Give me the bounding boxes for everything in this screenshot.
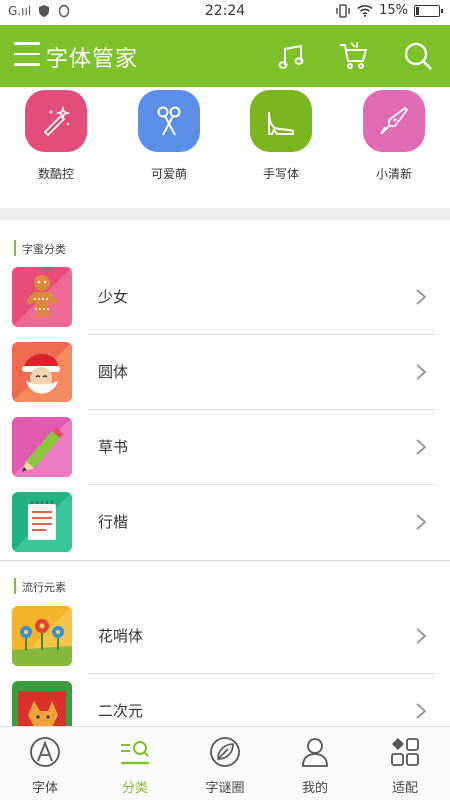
list-item[interactable]: 花哨体 (0, 599, 450, 674)
chevron-right-icon (416, 364, 427, 380)
battery-icon (414, 4, 443, 17)
nav-item-category[interactable]: 分类 (90, 735, 180, 796)
chevron-right-icon (416, 289, 427, 305)
chevron-right-icon (416, 439, 427, 455)
nav-label: 分类 (121, 781, 148, 796)
section-accent-bar (14, 578, 16, 594)
featured-label: 小清新 (375, 167, 412, 181)
category-icon (121, 741, 149, 765)
nav-label: 适配 (391, 781, 418, 796)
magic-wand-icon (43, 105, 71, 137)
featured-badge (363, 90, 425, 152)
list-item-label: 行楷 (98, 513, 129, 531)
list-item-label: 二次元 (98, 702, 144, 720)
chevron-right-icon (416, 514, 427, 530)
section-gap (0, 208, 450, 220)
status-right: 15% (335, 3, 443, 18)
featured-badge (25, 90, 87, 152)
featured-label: 数酷控 (37, 167, 74, 181)
featured-item-cool[interactable]: 数酷控 (6, 90, 106, 182)
wifi-icon (357, 5, 373, 17)
fountain-pen-icon (380, 106, 409, 135)
chevron-right-icon (416, 628, 427, 644)
chevron-right-icon (416, 703, 427, 719)
battery-fill (416, 6, 419, 15)
letter-a-icon (30, 737, 60, 767)
bottom-nav: 字体 分类 字谜圈 我的 适配 (0, 726, 450, 800)
list-item[interactable]: 行楷 (0, 485, 450, 560)
section-divider (0, 560, 450, 561)
nav-item-adapt[interactable]: 适配 (360, 735, 450, 796)
featured-badge (138, 90, 200, 152)
nav-item-fonts[interactable]: 字体 (0, 735, 90, 796)
featured-badge (250, 90, 312, 152)
section-header-font-categories: 字蜜分类 (0, 230, 450, 260)
user-icon (302, 738, 328, 767)
list-item[interactable]: 圆体 (0, 335, 450, 410)
nav-label: 我的 (301, 781, 328, 796)
notepad-icon (12, 492, 72, 552)
featured-styles: 数酷控 可爱萌 手写体 小清新 (0, 87, 450, 208)
menu-icon[interactable] (14, 42, 40, 66)
featured-item-fresh[interactable]: 小清新 (344, 90, 444, 182)
list-item-label: 圆体 (98, 363, 129, 381)
list-item[interactable]: 少女 (0, 260, 450, 335)
leaf-circle-icon (210, 737, 240, 767)
status-bar: G.ııl 22:24 15% (0, 0, 450, 25)
scissors-icon (157, 106, 181, 136)
list-item-label: 草书 (98, 438, 129, 456)
music-note-icon[interactable] (277, 39, 311, 73)
app-bar: 字体管家 (0, 25, 450, 87)
santa-icon (12, 342, 72, 402)
list-item[interactable]: 草书 (0, 410, 450, 485)
section-title: 字蜜分类 (22, 243, 66, 256)
section-title: 流行元素 (22, 581, 66, 594)
app-title: 字体管家 (46, 47, 139, 72)
nav-item-me[interactable]: 我的 (270, 735, 360, 796)
vibrate-icon (336, 3, 350, 18)
search-icon[interactable] (401, 39, 435, 73)
flowers-icon (12, 606, 72, 666)
apps-icon (391, 738, 419, 766)
pencil-icon (12, 417, 72, 477)
nav-label: 字谜圈 (205, 781, 245, 796)
section-header-trending: 流行元素 (0, 568, 450, 598)
featured-label: 可爱萌 (150, 167, 187, 181)
list-item-label: 花哨体 (98, 627, 144, 645)
section-accent-bar (14, 240, 16, 256)
featured-label: 手写体 (262, 167, 299, 181)
featured-item-cute[interactable]: 可爱萌 (119, 90, 219, 182)
high-heel-icon (268, 111, 294, 135)
nav-item-circle[interactable]: 字谜圈 (180, 735, 270, 796)
gingerbread-icon (12, 267, 72, 327)
cart-icon[interactable] (337, 39, 371, 73)
battery-percent: 15% (379, 3, 408, 18)
nav-label: 字体 (31, 781, 58, 796)
featured-item-handwritten[interactable]: 手写体 (231, 90, 331, 182)
list-item-label: 少女 (98, 288, 129, 306)
